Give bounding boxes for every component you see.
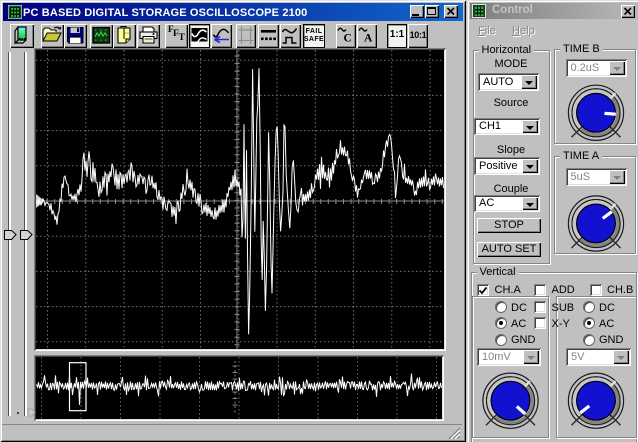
svg-text:A: A xyxy=(364,33,373,45)
svg-text:C: C xyxy=(344,33,352,45)
